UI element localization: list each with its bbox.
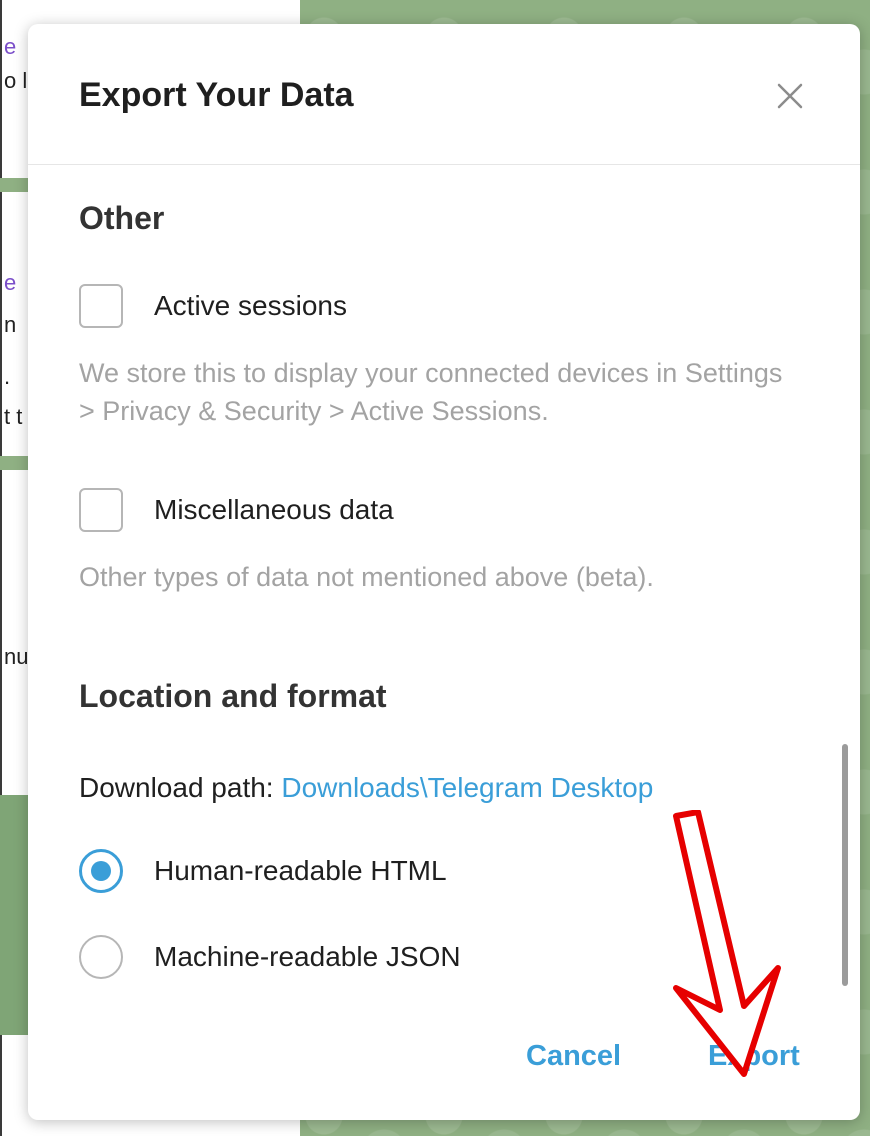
export-button[interactable]: Export [708,1040,800,1073]
miscellaneous-data-label: Miscellaneous data [154,494,394,525]
section-title-other: Other [79,200,165,236]
dialog-title: Export Your Data [79,76,354,114]
format-option-html[interactable]: Human-readable HTML [79,849,447,893]
active-sessions-checkbox[interactable] [79,284,123,328]
background-text-fragment: n [4,312,17,337]
background-text-fragment: e [4,34,17,59]
background-text-fragment: o l [4,68,28,93]
miscellaneous-data-description: Other types of data not mentioned above … [79,562,654,592]
background-text-fragment: . [4,364,11,389]
background-text-fragment: t t [4,404,23,429]
close-button[interactable] [770,76,810,116]
section-title-location-format: Location and format [79,678,387,714]
format-json-radio[interactable] [79,935,123,979]
active-sessions-option[interactable]: Active sessions [79,284,347,328]
format-html-radio[interactable] [79,849,123,893]
miscellaneous-data-option[interactable]: Miscellaneous data [79,488,394,532]
export-data-dialog: Export Your Data Other Active sessions W… [28,24,860,1120]
format-html-label: Human-readable HTML [154,855,447,886]
miscellaneous-data-checkbox[interactable] [79,488,123,532]
active-sessions-label: Active sessions [154,290,347,321]
format-json-label: Machine-readable JSON [154,941,461,972]
background-text-fragment: e [4,270,17,295]
download-path-link[interactable]: Downloads\Telegram Desktop [281,772,653,803]
background-text-fragment: nu [4,644,29,669]
download-path-label: Download path: [79,772,274,803]
download-path-row: Download path: Downloads\Telegram Deskto… [79,772,653,804]
cancel-button[interactable]: Cancel [526,1040,621,1073]
header-divider [28,164,860,165]
scrollbar-thumb[interactable] [842,744,848,986]
dialog-scrollbar[interactable] [840,174,850,1004]
format-option-json[interactable]: Machine-readable JSON [79,935,461,979]
close-icon [777,83,803,109]
active-sessions-description: We store this to display your connected … [79,358,783,426]
